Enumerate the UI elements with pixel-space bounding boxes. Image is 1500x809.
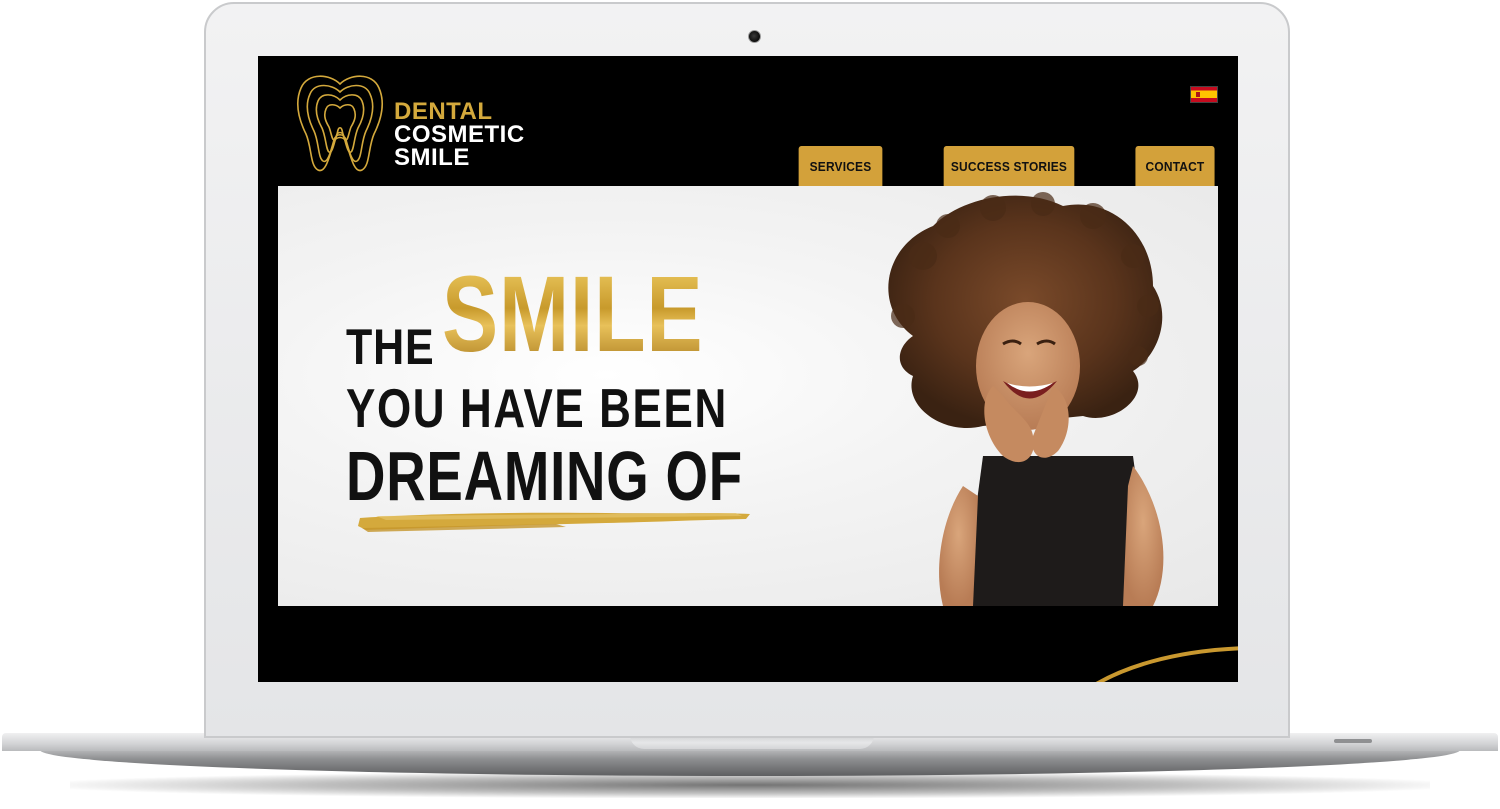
website-screen: DENTAL COSMETIC SMILE SERVICES SUCCESS S…: [258, 56, 1238, 682]
brand-line-smile: SMILE: [394, 144, 470, 171]
laptop-indicator-light: [1334, 739, 1372, 743]
headline-the: THE: [346, 319, 435, 375]
gold-brush-stroke: [358, 512, 750, 532]
flag-crest: [1196, 92, 1200, 97]
nav-success-stories-button[interactable]: SUCCESS STORIES: [943, 146, 1075, 186]
spain-flag-icon[interactable]: [1190, 86, 1218, 103]
tooth-logo-icon: [297, 75, 383, 172]
brand-logo[interactable]: DENTAL COSMETIC SMILE: [294, 70, 544, 174]
webcam-icon: [748, 30, 761, 43]
decorative-gold-arc: [1095, 646, 1238, 682]
brand-wordmark: DENTAL COSMETIC SMILE: [394, 98, 525, 171]
headline-dreaming-of: DREAMING OF: [346, 437, 743, 515]
nav-contact-button[interactable]: CONTACT: [1135, 146, 1215, 186]
headline-you-have-been: YOU HAVE BEEN: [346, 377, 728, 439]
hero-banner: THE SMILE YOU HAVE BEEN DREAMING OF: [278, 186, 1218, 606]
brand-line-cosmetic: COSMETIC: [394, 121, 525, 148]
nav-services-button[interactable]: SERVICES: [798, 146, 883, 186]
headline-smile: SMILE: [442, 253, 704, 374]
brand-line-dental: DENTAL: [394, 98, 493, 125]
smiling-woman-photo: [888, 192, 1164, 606]
laptop-mockup: DENTAL COSMETIC SMILE SERVICES SUCCESS S…: [0, 0, 1500, 809]
